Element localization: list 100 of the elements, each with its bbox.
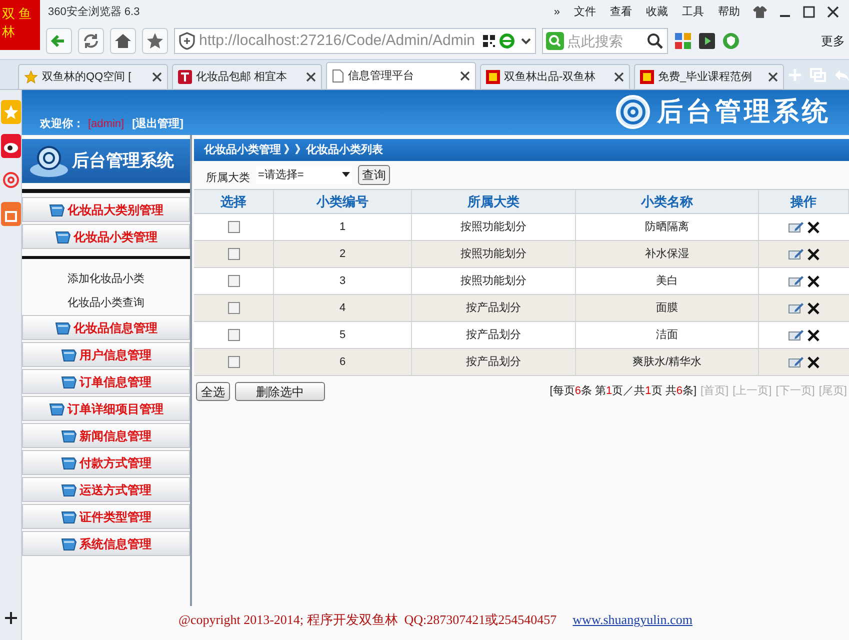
close-icon[interactable] (152, 72, 162, 82)
table-cell-text: 按照功能划分 (460, 246, 526, 262)
sidebar-menu-item[interactable]: 系统信息管理 (22, 531, 190, 556)
close-icon[interactable] (768, 72, 778, 82)
edit-icon[interactable] (788, 221, 804, 233)
back-icon[interactable] (46, 28, 72, 54)
sidebar-menu-item[interactable]: 运送方式管理 (22, 477, 190, 502)
checkbox[interactable] (228, 356, 240, 368)
table-cell-text: 6 (339, 354, 346, 370)
qr-code-icon[interactable] (483, 35, 495, 47)
browser-tab[interactable]: 双鱼林出品-双鱼林 (480, 64, 630, 89)
menu-item[interactable]: 帮助 (711, 4, 747, 20)
delete-icon[interactable] (807, 356, 820, 368)
table-cell-text: 1 (339, 220, 346, 235)
welcome-label: 欢迎你： (40, 116, 84, 132)
search-input[interactable]: 点此搜索 (567, 30, 637, 52)
tab-label: 双鱼林的QQ空间 [ (42, 70, 132, 85)
eye-logo-icon[interactable] (0, 134, 20, 158)
menu-item[interactable]: 文件 (567, 4, 603, 20)
menu-item[interactable]: 工具 (675, 4, 711, 20)
checkbox[interactable] (228, 275, 240, 287)
sidebar-menu-item[interactable]: 用户信息管理 (22, 342, 190, 367)
system-title: 后台管理系统 (657, 95, 831, 128)
table-cell-text: 按照功能划分 (460, 274, 526, 289)
sidebar-menu-item[interactable]: 证件类型管理 (22, 504, 190, 529)
action-button[interactable]: 全选 (196, 382, 230, 401)
shield-icon (179, 32, 195, 50)
shield-badge-icon[interactable] (722, 32, 740, 50)
table-cell-text: 洁面 (656, 328, 678, 343)
user-name: [admin] (88, 116, 124, 132)
close-icon[interactable] (460, 71, 470, 81)
close-icon[interactable] (614, 72, 624, 82)
home-icon[interactable] (110, 28, 136, 54)
query-button[interactable]: 查询 (358, 165, 390, 185)
sidebar-menu-item[interactable]: 付款方式管理 (22, 450, 190, 475)
breadcrumb-bar: 化妆品小类管理 》》化妆品小类列表 (194, 139, 849, 161)
delete-icon[interactable] (807, 248, 820, 260)
table-cell-text: 2 (339, 246, 346, 262)
maximize-icon[interactable] (803, 6, 815, 18)
column-header: 操作 (759, 190, 849, 213)
sidebar-link[interactable]: 化妆品小类查询 (22, 291, 190, 315)
column-header: 小类名称 (576, 190, 759, 213)
table-cell-text: 5 (339, 328, 346, 343)
video-icon[interactable] (698, 32, 716, 50)
sidebar-menu-item[interactable]: 订单信息管理 (22, 369, 190, 394)
sidebar-link[interactable]: 添加化妆品小类 (22, 267, 190, 291)
page-summary: [每页6条 第1页／共1页 共6条] (550, 384, 696, 400)
tab-label: 化妆品包邮 相宜本 (196, 70, 288, 85)
search-field[interactable]: 点此搜索 (542, 28, 668, 54)
more-button[interactable]: 更多 (821, 32, 845, 50)
table-cell-text: 按产品划分 (466, 300, 521, 316)
edit-icon[interactable] (788, 302, 804, 314)
browser-tab[interactable]: 双鱼林的QQ空间 [ (18, 64, 168, 89)
checkbox[interactable] (228, 221, 240, 233)
menu-item[interactable]: » (546, 4, 567, 20)
checkbox[interactable] (228, 248, 240, 260)
tab-label: 免费_毕业课程范例 (658, 70, 754, 85)
website-link[interactable]: www.shuangyulin.com (572, 610, 692, 630)
filter-label: 所属大类 (206, 170, 250, 186)
browser-tab[interactable]: 免费_毕业课程范例 (634, 64, 784, 89)
search-engine-icon[interactable] (546, 32, 564, 50)
refresh-icon[interactable] (78, 28, 104, 54)
tab-label: 双鱼林出品-双鱼林 (504, 70, 597, 85)
sidebar-title: 后台管理系统 (72, 150, 174, 172)
search-icon[interactable] (646, 32, 664, 50)
category-select[interactable]: =请选择= (256, 166, 352, 184)
sidebar-menu-item[interactable]: 化妆品小类管理 (22, 224, 190, 249)
close-icon[interactable] (306, 72, 316, 82)
menu-item[interactable]: 收藏 (639, 4, 675, 20)
sidebar-menu-item[interactable]: 订单详细项目管理 (22, 396, 190, 421)
edit-icon[interactable] (788, 356, 804, 368)
checkbox[interactable] (228, 329, 240, 341)
close-icon[interactable] (827, 6, 839, 18)
action-button[interactable]: 删除选中 (235, 382, 325, 401)
edit-icon[interactable] (788, 329, 804, 341)
shirt-icon[interactable] (753, 6, 767, 18)
delete-icon[interactable] (807, 274, 820, 288)
plus-icon[interactable] (4, 612, 16, 624)
tab-label: 信息管理平台 (348, 68, 415, 84)
star-icon (24, 70, 38, 84)
apps-icon[interactable] (674, 32, 692, 50)
table-cell-text: 防晒隔离 (645, 220, 689, 235)
browser-tab[interactable]: 化妆品包邮 相宜本 (172, 64, 322, 89)
edit-icon[interactable] (788, 275, 804, 287)
logout-link[interactable]: [退出管理] (132, 116, 184, 132)
url-text: http://localhost:27216/Code/Admin/Admin (199, 30, 476, 51)
table-cell-text: 爽肤水/精华水 (632, 354, 702, 370)
delete-icon[interactable] (807, 302, 820, 314)
edit-icon[interactable] (788, 248, 804, 260)
delete-icon[interactable] (807, 328, 820, 342)
checkbox[interactable] (228, 302, 240, 314)
table-cell-text: 按照功能划分 (460, 220, 526, 235)
table-cell-text: 补水保湿 (645, 246, 689, 262)
sidebar-menu-item[interactable]: 化妆品信息管理 (22, 315, 190, 340)
delete-icon[interactable] (807, 220, 820, 234)
menu-item[interactable]: 查看 (603, 4, 639, 20)
sidebar-menu-item[interactable]: 新闻信息管理 (22, 423, 190, 448)
sidebar-menu-item[interactable]: 化妆品大类别管理 (22, 197, 190, 222)
browser-tab[interactable]: 信息管理平台 (326, 62, 476, 89)
window-title: 360安全浏览器 6.3 (48, 4, 141, 20)
